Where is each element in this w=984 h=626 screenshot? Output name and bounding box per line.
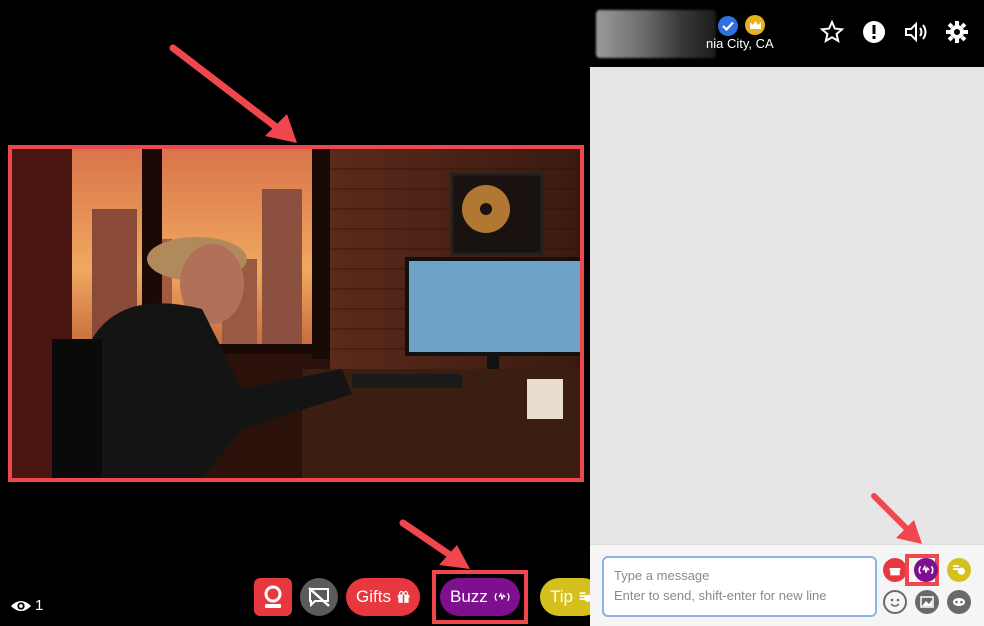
chat-gift-button[interactable]	[883, 558, 907, 582]
eye-icon	[10, 600, 32, 611]
speaker-icon[interactable]	[904, 21, 928, 43]
tip-label: Tip	[550, 587, 573, 606]
emoji-icon	[890, 598, 900, 607]
chat-buzz-button[interactable]	[914, 558, 938, 582]
video-player[interactable]	[8, 145, 584, 482]
gear-icon[interactable]	[946, 21, 968, 43]
broadcaster-header: nia City, CA	[590, 0, 984, 67]
buzz-button[interactable]: Buzz	[440, 578, 520, 616]
chat-panel: nia City, CA Type a message Enter to sen…	[590, 0, 984, 626]
chat-off-icon	[308, 587, 330, 608]
coins-icon	[953, 565, 965, 575]
alert-icon[interactable]	[862, 20, 886, 44]
buzz-highlight: Buzz	[432, 570, 528, 624]
vibrate-icon	[918, 565, 934, 575]
webcam-button[interactable]	[254, 578, 292, 616]
verified-icon	[718, 16, 738, 36]
chat-messages[interactable]	[590, 67, 984, 544]
header-actions	[820, 20, 968, 44]
message-input[interactable]: Type a message Enter to send, shift-ente…	[602, 556, 877, 617]
emoji-button[interactable]	[883, 590, 907, 614]
gifts-label: Gifts	[356, 587, 391, 606]
toggle-chat-button[interactable]	[300, 578, 338, 616]
message-placeholder-line1: Type a message	[614, 568, 710, 583]
chat-tip-button[interactable]	[947, 558, 971, 582]
message-placeholder-line2: Enter to send, shift-enter for new line	[614, 588, 827, 603]
crown-icon	[745, 15, 765, 35]
gift-icon	[397, 591, 410, 603]
vibrate-icon	[494, 592, 510, 602]
anonymous-button[interactable]	[947, 590, 971, 614]
chat-composer: Type a message Enter to send, shift-ente…	[590, 544, 984, 626]
stream-controls: Gifts Buzz Tip	[254, 570, 602, 624]
viewer-count-value: 1	[35, 597, 44, 614]
video-frame-image	[12, 149, 580, 478]
star-icon[interactable]	[820, 20, 844, 44]
app-root: 1 Gifts Buzz Tip nia City, CA Type a mes…	[0, 0, 984, 626]
gifts-button[interactable]: Gifts	[346, 578, 420, 616]
video-stage: 1 Gifts Buzz Tip	[0, 0, 602, 626]
broadcaster-name-blurred	[596, 10, 716, 58]
image-icon	[920, 596, 934, 608]
mask-icon	[953, 598, 965, 606]
webcam-icon	[264, 585, 282, 608]
broadcaster-location: nia City, CA	[706, 36, 774, 51]
image-upload-button[interactable]	[915, 590, 939, 614]
buzz-label: Buzz	[450, 587, 488, 606]
gift-icon	[889, 568, 901, 576]
viewer-count: 1	[10, 597, 43, 614]
